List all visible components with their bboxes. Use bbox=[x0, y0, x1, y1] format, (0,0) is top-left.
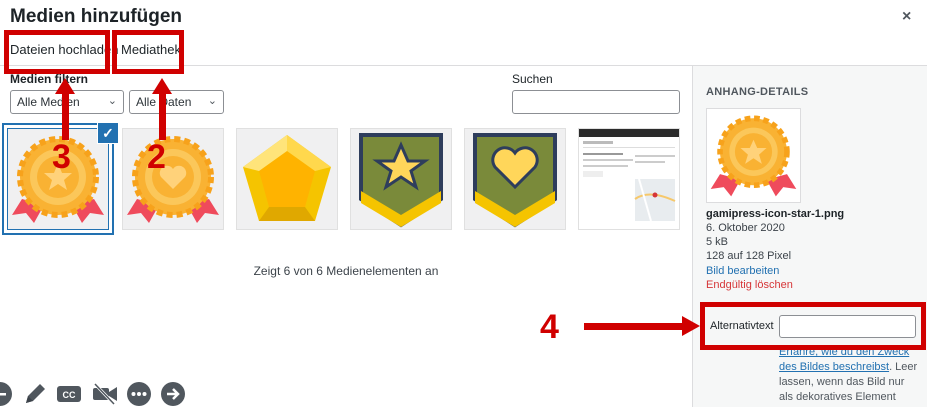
search-input[interactable] bbox=[512, 90, 680, 114]
annotation-box-library-tab bbox=[112, 30, 184, 74]
annotation-number-2: 2 bbox=[147, 138, 166, 176]
date-select[interactable]: Alle Daten ⌄ bbox=[129, 90, 224, 114]
edit-image-link[interactable]: Bild bearbeiten bbox=[706, 265, 779, 277]
attachment-filename: gamipress-icon-star-1.png bbox=[706, 208, 845, 220]
chevron-heart-badge-icon bbox=[473, 133, 557, 228]
media-item-screenshot[interactable] bbox=[578, 128, 680, 230]
alt-text-help: Erfahre, wie du den Zweck des Bildes bes… bbox=[779, 345, 919, 407]
modal-title: Medien hinzufügen bbox=[10, 6, 183, 27]
attachment-details-heading: ANHANG-DETAILS bbox=[706, 86, 809, 98]
chevron-star-badge-icon bbox=[359, 133, 443, 228]
attachment-dimensions: 128 auf 128 Pixel bbox=[706, 250, 792, 262]
video-off-icon[interactable] bbox=[92, 381, 118, 407]
pencil-icon[interactable] bbox=[22, 381, 48, 407]
more-options-icon[interactable] bbox=[126, 381, 152, 407]
attachment-preview bbox=[706, 108, 801, 203]
closed-captions-icon[interactable]: CC bbox=[56, 381, 82, 407]
minus-circle-icon[interactable] bbox=[0, 381, 13, 407]
award-star-icon bbox=[710, 115, 797, 197]
close-icon[interactable]: × bbox=[902, 8, 911, 26]
alt-text-help-link-2[interactable]: des Bildes beschreibst bbox=[779, 361, 889, 373]
media-type-select-value: Alle Medien bbox=[17, 95, 80, 109]
annotation-arrowhead-2 bbox=[152, 78, 172, 94]
search-label: Suchen bbox=[512, 72, 553, 86]
media-item-chevron-heart[interactable] bbox=[464, 128, 566, 230]
chevron-down-icon: ⌄ bbox=[207, 95, 217, 107]
annotation-arrowhead-3 bbox=[55, 78, 75, 94]
annotation-arrowhead-4 bbox=[682, 316, 700, 336]
media-item-chevron-star[interactable] bbox=[350, 128, 452, 230]
media-count-text: Zeigt 6 von 6 Medienelementen an bbox=[253, 264, 439, 278]
gem-pentagon-icon bbox=[243, 135, 331, 221]
annotation-box-upload-tab bbox=[4, 30, 110, 74]
annotation-number-4: 4 bbox=[540, 308, 559, 346]
annotation-arrow-3 bbox=[62, 92, 69, 140]
annotation-number-3: 3 bbox=[52, 138, 71, 176]
website-screenshot-thumbnail bbox=[579, 129, 679, 229]
selected-check-icon[interactable]: ✓ bbox=[97, 122, 119, 144]
attachment-filesize: 5 kB bbox=[706, 236, 729, 248]
arrow-right-circle-icon[interactable] bbox=[160, 381, 186, 407]
svg-text:CC: CC bbox=[63, 390, 76, 400]
award-heart-icon bbox=[127, 136, 219, 223]
chevron-down-icon: ⌄ bbox=[107, 95, 117, 107]
annotation-arrow-2 bbox=[159, 92, 166, 140]
media-item-gem[interactable] bbox=[236, 128, 338, 230]
filter-label: Medien filtern bbox=[10, 72, 89, 86]
media-item-award-heart[interactable] bbox=[122, 128, 224, 230]
annotation-arrow-4 bbox=[584, 323, 684, 330]
attachment-date: 6. Oktober 2020 bbox=[706, 222, 785, 234]
delete-permanently-link[interactable]: Endgültig löschen bbox=[706, 279, 793, 291]
annotation-box-alt-text bbox=[700, 302, 926, 350]
